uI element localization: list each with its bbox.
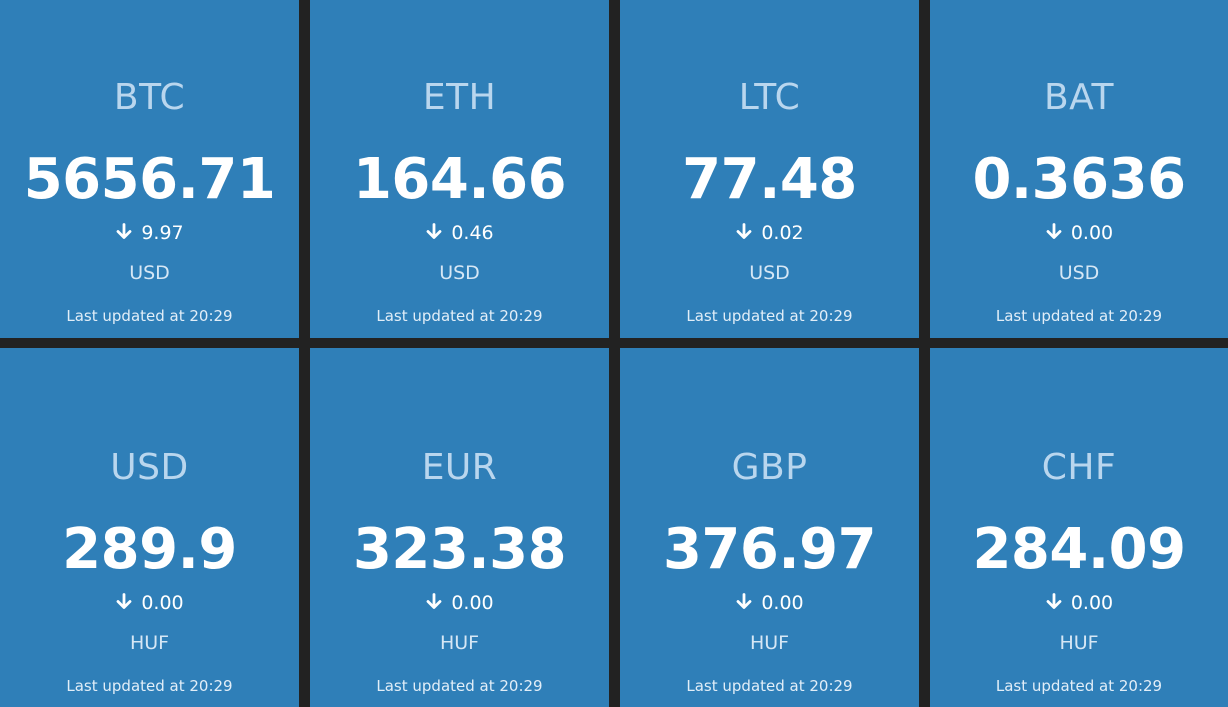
ticker-last-updated: Last updated at 20:29 [66, 307, 233, 325]
ticker-quote-currency: USD [439, 262, 480, 284]
ticker-symbol: CHF [1041, 447, 1117, 488]
ticker-change-value: 0.00 [761, 592, 804, 614]
ticker-quote-currency: HUF [749, 632, 790, 654]
ticker-price: 376.97 [662, 517, 877, 582]
ticker-price: 284.09 [972, 517, 1186, 582]
ticker-tile-ltc: LTC 77.48 0.02 USD Last updated at 20:29 [620, 0, 919, 338]
ticker-last-updated: Last updated at 20:29 [686, 677, 853, 695]
ticker-quote-currency: HUF [439, 632, 480, 654]
ticker-quote-currency: USD [1058, 262, 1100, 284]
arrow-down-icon [1046, 223, 1062, 239]
ticker-last-updated: Last updated at 20:29 [686, 307, 853, 325]
arrow-down-icon [736, 223, 752, 239]
ticker-last-updated: Last updated at 20:29 [66, 677, 233, 695]
arrow-down-icon [426, 223, 442, 239]
ticker-tile-eur: EUR 323.38 0.00 HUF Last updated at 20:2… [310, 348, 609, 707]
ticker-tile-chf: CHF 284.09 0.00 HUF Last updated at 20:2… [930, 348, 1228, 707]
ticker-change-value: 0.00 [451, 592, 494, 614]
ticker-symbol: GBP [731, 447, 808, 488]
arrow-down-icon [1046, 593, 1062, 609]
ticker-symbol: BAT [1043, 77, 1115, 118]
ticker-tile-btc: BTC 5656.71 9.97 USD Last updated at 20:… [0, 0, 299, 338]
ticker-change: 0.00 [930, 590, 1228, 616]
ticker-change-value: 0.00 [141, 592, 184, 614]
ticker-symbol: USD [110, 447, 189, 488]
ticker-price: 323.38 [352, 517, 567, 582]
ticker-price: 5656.71 [23, 147, 276, 212]
ticker-last-updated: Last updated at 20:29 [995, 677, 1163, 695]
arrow-down-icon [736, 593, 752, 609]
ticker-quote-currency: USD [129, 262, 170, 284]
ticker-last-updated: Last updated at 20:29 [995, 307, 1163, 325]
ticker-symbol: LTC [738, 77, 801, 118]
ticker-last-updated: Last updated at 20:29 [376, 307, 543, 325]
ticker-tile-eth: ETH 164.66 0.46 USD Last updated at 20:2… [310, 0, 609, 338]
ticker-last-updated: Last updated at 20:29 [376, 677, 543, 695]
ticker-price: 164.66 [352, 147, 567, 212]
ticker-change: 0.00 [310, 590, 609, 616]
arrow-down-icon [116, 593, 132, 609]
ticker-change-value: 0.46 [451, 222, 494, 244]
arrow-down-icon [116, 223, 132, 239]
ticker-change: 0.00 [0, 590, 299, 616]
ticker-change-value: 0.02 [761, 222, 804, 244]
ticker-quote-currency: HUF [129, 632, 170, 654]
ticker-change-value: 0.00 [1070, 592, 1114, 614]
ticker-change-value: 9.97 [141, 222, 184, 244]
ticker-tile-usd: USD 289.9 0.00 HUF Last updated at 20:29 [0, 348, 299, 707]
ticker-quote-currency: HUF [1059, 632, 1099, 654]
ticker-symbol: BTC [113, 77, 186, 118]
ticker-change: 0.02 [620, 220, 919, 246]
ticker-tile-bat: BAT 0.3636 0.00 USD Last updated at 20:2… [930, 0, 1228, 338]
ticker-price: 289.9 [62, 517, 237, 582]
ticker-tile-gbp: GBP 376.97 0.00 HUF Last updated at 20:2… [620, 348, 919, 707]
ticker-change-value: 0.00 [1070, 222, 1114, 244]
ticker-quote-currency: USD [749, 262, 790, 284]
arrow-down-icon [426, 593, 442, 609]
ticker-symbol: EUR [421, 447, 498, 488]
ticker-price: 0.3636 [972, 147, 1186, 212]
ticker-change: 0.46 [310, 220, 609, 246]
ticker-change: 9.97 [0, 220, 299, 246]
ticker-change: 0.00 [620, 590, 919, 616]
ticker-change: 0.00 [930, 220, 1228, 246]
ticker-grid: BTC 5656.71 9.97 USD Last updated at 20:… [0, 0, 1228, 707]
ticker-symbol: ETH [422, 77, 497, 118]
ticker-price: 77.48 [682, 147, 857, 212]
